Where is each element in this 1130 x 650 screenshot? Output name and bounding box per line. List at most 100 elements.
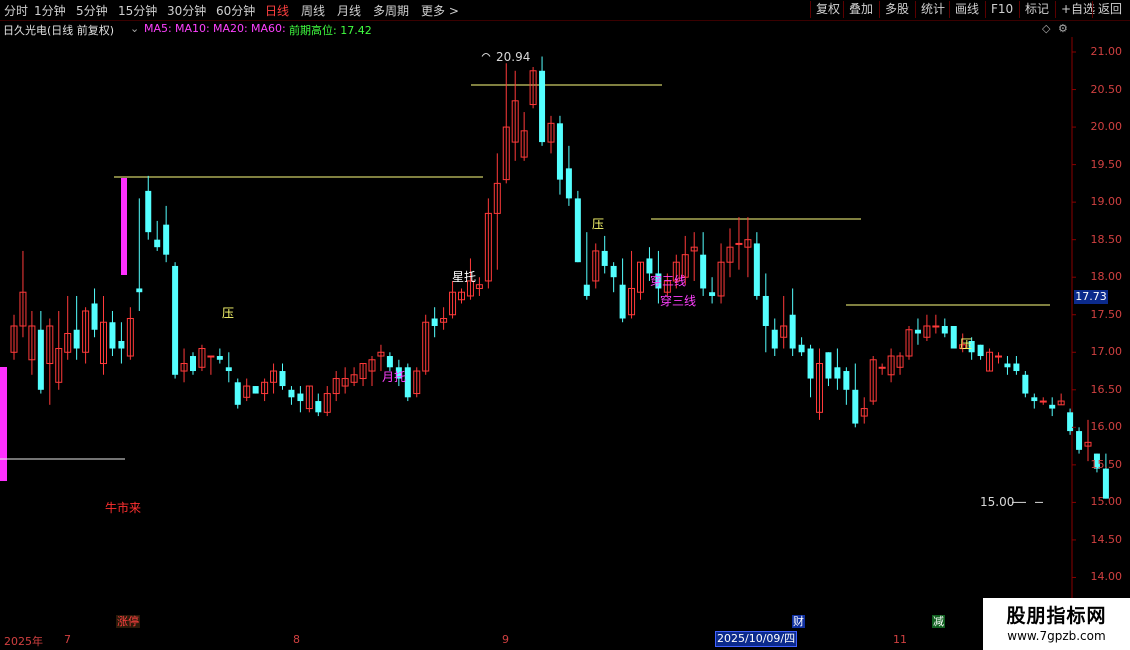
price-tick-label: 16.00 [1090,420,1123,434]
candle-body [431,318,438,326]
candle-body [601,250,608,266]
period-tab-60min[interactable]: 60分钟 [216,2,255,19]
candle-body [914,329,921,334]
limit-marker-bar [121,178,127,275]
candle-body [709,292,716,296]
candle-body [172,265,179,375]
candle-body [288,389,295,398]
site-watermark: 股朋指标网 www.7gpzb.com [983,598,1130,650]
price-tick-label: 19.00 [1090,195,1123,209]
candle-body [565,168,572,199]
month-8-label: 8 [293,633,300,646]
fuquan-button[interactable]: 复权 [810,1,845,18]
earnings-event[interactable]: 财 [792,615,805,628]
yuetuo-label: 月托 [382,370,407,384]
price-tick-label: 20.50 [1090,82,1123,96]
high-price-label: 20.94 [496,49,531,64]
overlay-button[interactable]: 叠加 [843,1,878,18]
candle-body [145,190,152,233]
candle-body [154,239,161,248]
settings-gear-icon[interactable]: ⚙ [1058,22,1068,35]
candle-body [932,325,940,328]
period-tab-fenshi[interactable]: 分时 [4,2,28,19]
candle-body [73,329,80,349]
candle-body [843,371,850,390]
price-tick-label: 18.00 [1090,270,1123,284]
candle-body [878,366,886,369]
price-tick-label: 14.00 [1090,570,1123,584]
stock-title[interactable]: 日久光电(日线 前复权) [3,22,114,38]
period-tab-monthly[interactable]: 月线 [337,2,361,19]
candle-body [798,344,805,353]
candle-body [556,123,563,180]
period-tab-daily[interactable]: 日线 [265,2,289,19]
draw-line-button[interactable]: 画线 [949,1,984,18]
candle-body [225,367,232,372]
limit-up-event[interactable]: 涨停 [116,615,140,628]
period-tab-weekly[interactable]: 周线 [301,2,325,19]
niushi-label: 牛市来 [105,501,142,515]
f10-button[interactable]: F10 [985,1,1018,18]
stats-button[interactable]: 统计 [915,1,950,18]
candle-body [807,348,814,379]
candle-body [1013,363,1020,372]
watermark-title: 股朋指标网 [1006,605,1107,627]
month-7-label: 7 [64,633,71,646]
period-toolbar: 分时 1分钟 5分钟 15分钟 30分钟 60分钟 日线 周线 月线 多周期 更… [0,0,1130,21]
period-tab-15min[interactable]: 15分钟 [118,2,157,19]
ya-label-1: 压 [222,306,235,320]
back-button[interactable]: 返回 [1092,1,1127,18]
candle-body [995,355,1002,358]
ma60-label: MA60: [251,22,286,35]
price-tick-label: 17.50 [1090,307,1123,321]
candle-body [574,198,581,263]
period-tab-30min[interactable]: 30分钟 [167,2,206,19]
diamond-icon[interactable]: ◇ [1042,22,1050,35]
watermark-url: www.7gpzb.com [1007,629,1106,643]
month-11-label: 11 [893,633,907,646]
low-price-label: 15.00 [980,495,1015,510]
period-tab-5min[interactable]: 5分钟 [76,2,108,19]
candle-body [1031,397,1038,402]
candle-body [207,355,215,358]
price-tick-label: 15.00 [1090,495,1123,509]
candle-body [941,325,948,334]
candle-body [136,288,143,293]
candle-body [735,242,743,245]
period-tab-multi[interactable]: 多周期 [373,2,409,19]
indicator-header: 日久光电(日线 前复权) ⌄ MA5: MA10: MA20: MA60: 前期… [0,21,1080,37]
candle-body [91,303,98,330]
dropdown-chevron-icon[interactable]: ⌄ [130,22,139,35]
candle-body [762,295,769,326]
multi-stock-button[interactable]: 多股 [879,1,914,18]
candlestick-chart[interactable] [0,37,1130,630]
candle-body [753,243,760,296]
candle-body [216,356,223,360]
ya-label-3: 压 [960,337,973,351]
period-tab-1min[interactable]: 1分钟 [34,2,66,19]
price-tick-label: 18.50 [1090,232,1123,246]
candle-body [109,322,116,349]
candle-body [700,254,707,289]
candle-body [834,367,841,379]
date-axis: 2025年 7 8 9 2025/10/09/四 11 [0,630,1130,650]
price-tick-label: 14.50 [1090,532,1123,546]
xingtuo-label: 星托 [452,270,477,284]
candle-body [190,356,196,372]
candle-body [771,329,778,349]
candle-body [252,386,259,394]
mark-button[interactable]: 标记 [1019,1,1054,18]
candle-body [163,224,170,255]
reduction-event[interactable]: 减 [932,615,945,628]
price-tick-label: 20.00 [1090,120,1123,134]
candle-body [1049,404,1056,409]
candle-body [1076,431,1083,450]
current-price-box: 17.73 [1074,290,1108,305]
month-9-label: 9 [502,633,509,646]
ma10-label: MA10: [175,22,210,35]
candle-body [852,389,859,424]
more-periods-button[interactable]: 更多 > [421,2,459,19]
candle-body [789,314,796,349]
price-tick-label: 17.00 [1090,345,1123,359]
ya-label-2: 压 [592,217,605,231]
